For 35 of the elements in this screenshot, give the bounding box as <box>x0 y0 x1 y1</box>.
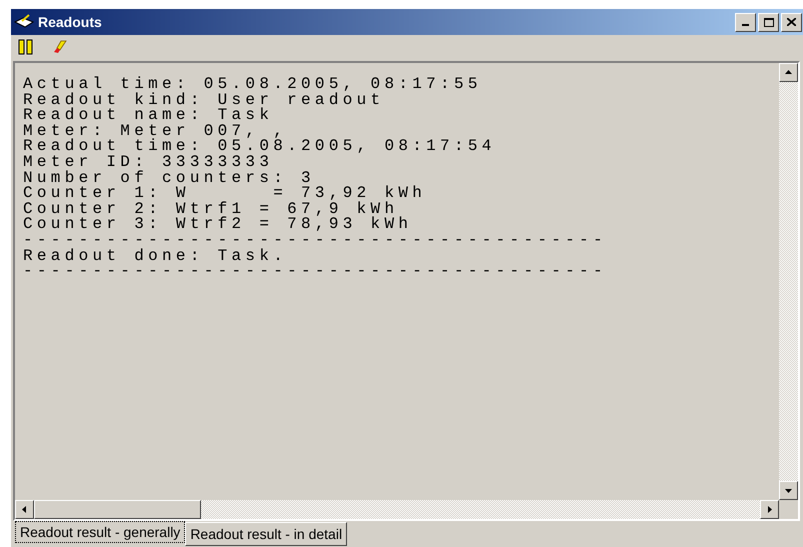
output-line: Counter 3: Wtrf2 = 78,93 kWh <box>23 217 414 233</box>
scroll-left-button[interactable] <box>15 500 34 519</box>
down-arrow-icon <box>785 487 792 494</box>
maximize-button[interactable] <box>758 12 779 32</box>
output-line: Readout done: Task. <box>23 248 288 264</box>
output-line: Readout name: Task <box>23 108 274 124</box>
close-button[interactable] <box>781 12 802 32</box>
tab[interactable]: Readout result - generally <box>15 521 186 543</box>
scroll-thumb[interactable] <box>34 500 201 519</box>
output-line: ------------------------------------------ <box>23 232 608 249</box>
close-icon <box>787 18 796 26</box>
eraser-icon <box>52 39 68 55</box>
maximize-icon <box>764 18 774 26</box>
pause-icon <box>18 39 34 55</box>
output-line: Meter: Meter 007, , <box>23 124 288 140</box>
output-line: ------------------------------------------ <box>23 264 608 280</box>
scroll-right-button[interactable] <box>760 500 779 519</box>
output-line: Counter 2: Wtrf1 = 67,9 kWh <box>23 202 398 218</box>
horizontal-scrollbar[interactable] <box>15 500 779 519</box>
output-line: Readout time: 05.08.2005, 08:17:54 <box>23 139 497 155</box>
scroll-up-button[interactable] <box>779 63 798 82</box>
scroll-down-button[interactable] <box>779 481 798 500</box>
right-arrow-icon <box>766 506 773 513</box>
output-line: Counter 1: W = 73,92 kWh <box>23 186 428 202</box>
left-arrow-icon <box>21 506 28 513</box>
output-line: Readout kind: User readout <box>23 92 386 108</box>
vertical-scrollbar[interactable] <box>779 63 798 500</box>
output-line: Actual time: 05.08.2005, 08:17:55 <box>23 77 483 93</box>
window-title: Readouts <box>38 14 103 30</box>
output-line: Number of counters: 3 <box>23 170 315 186</box>
tab[interactable]: Readout result - in detail <box>185 522 348 546</box>
app-icon <box>14 14 34 30</box>
output-line: Meter ID: 33333333 <box>23 154 274 171</box>
minimize-button[interactable] <box>735 12 756 32</box>
up-arrow-icon <box>785 69 792 76</box>
